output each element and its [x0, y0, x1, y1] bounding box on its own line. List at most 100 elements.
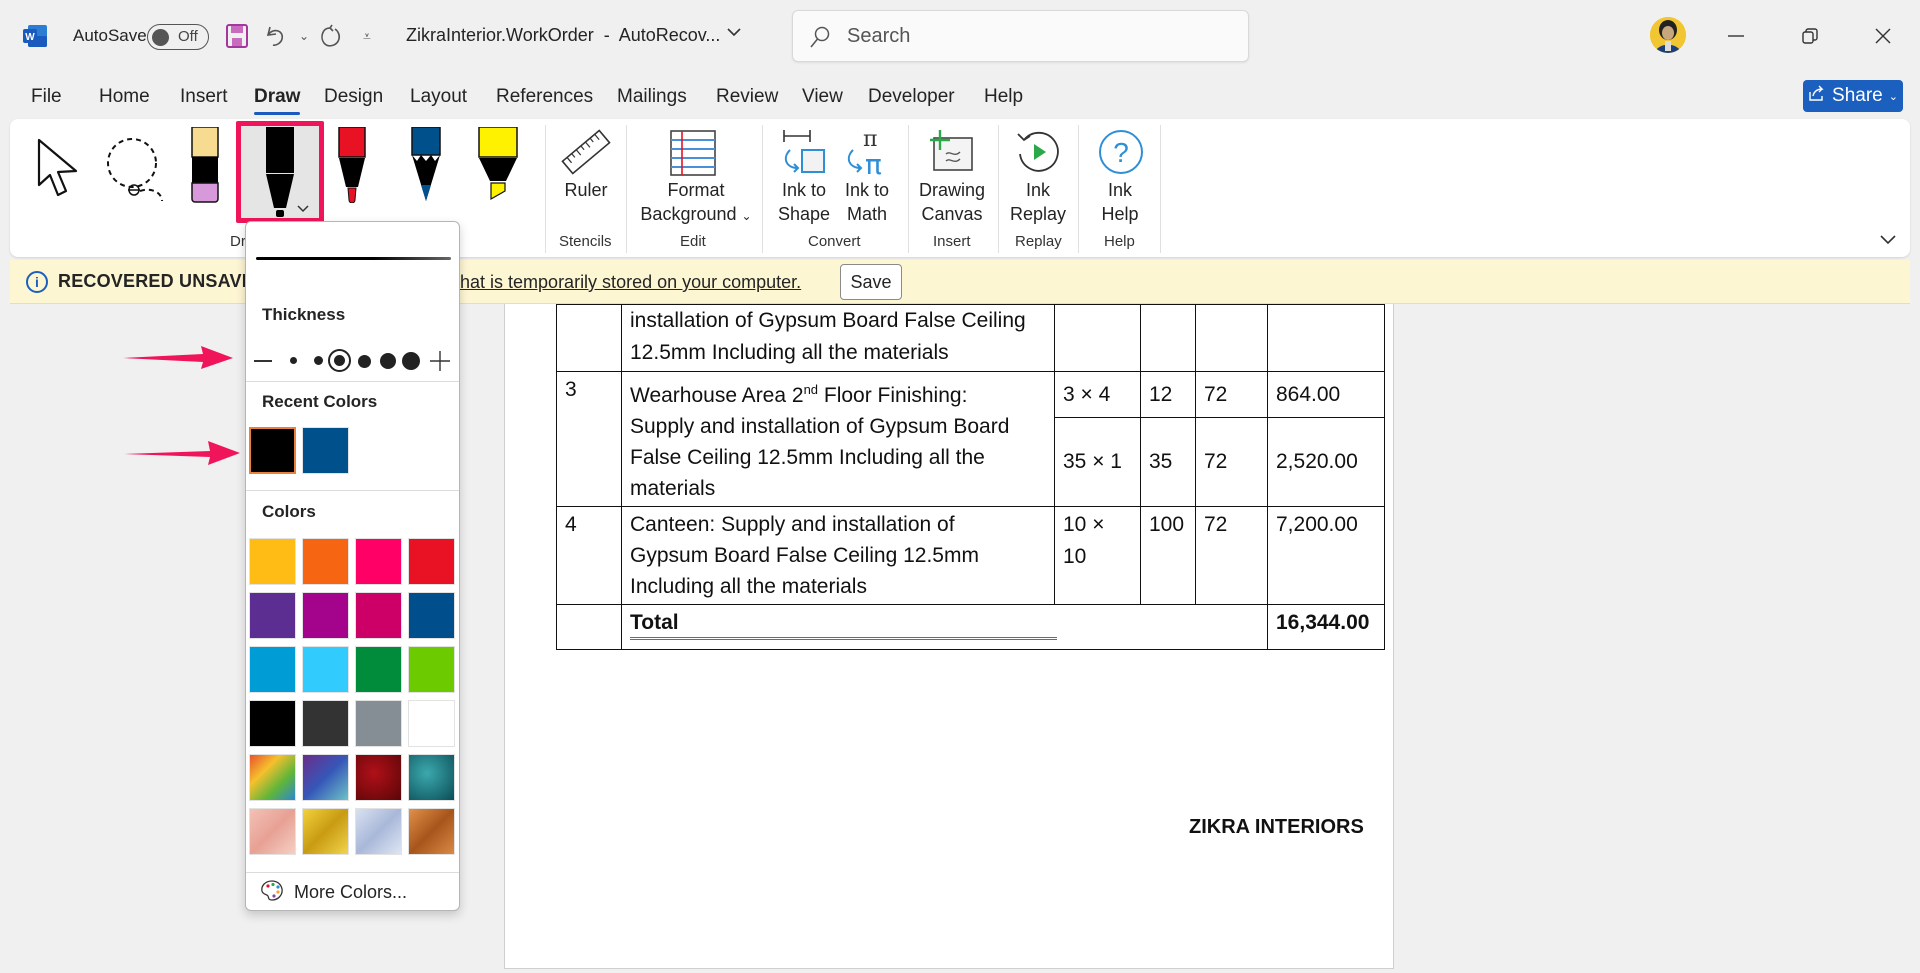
thickness-decrease-button[interactable] [254, 360, 272, 362]
info-message-link[interactable]: e that is temporarily stored on your com… [440, 272, 801, 293]
color-swatch[interactable] [355, 700, 402, 747]
color-swatch[interactable] [408, 646, 455, 693]
ink-replay-icon[interactable] [1014, 128, 1062, 181]
select-tool-button[interactable] [36, 137, 82, 204]
color-swatch[interactable] [355, 592, 402, 639]
texture-silver[interactable] [355, 808, 402, 855]
color-swatch[interactable] [355, 646, 402, 693]
desc-heading-pre: Wearhouse Area 2 [630, 384, 804, 407]
more-colors-button[interactable]: More Colors... [260, 879, 407, 906]
recent-color-black[interactable] [249, 427, 296, 474]
recent-color-blue[interactable] [302, 427, 349, 474]
thickness-option[interactable] [290, 357, 297, 364]
thickness-option[interactable] [402, 352, 420, 370]
tab-file[interactable]: File [31, 86, 62, 108]
ink-help-icon[interactable]: ? [1097, 128, 1145, 181]
undo-dropdown-icon[interactable]: ⌄ [290, 22, 318, 50]
color-swatch[interactable] [249, 700, 296, 747]
ink-to-math-button[interactable]: Ink to Math [835, 178, 899, 226]
color-swatch[interactable] [355, 538, 402, 585]
drawing-canvas-icon[interactable] [928, 128, 976, 181]
info-save-button[interactable]: Save [840, 264, 902, 300]
color-swatch[interactable] [302, 538, 349, 585]
color-swatch[interactable] [249, 592, 296, 639]
title-bar: W AutoSave Off ⌄ ⩡ ZikraInterior.WorkOrd… [0, 0, 1920, 72]
format-background-button[interactable]: Format Background ⌄ [636, 178, 756, 228]
pen-options-menu: Thickness Recent Colors Colors More Colo… [245, 221, 460, 911]
ink-to-math-label-2: Math [846, 204, 888, 224]
tab-home[interactable]: Home [99, 86, 150, 108]
tab-view[interactable]: View [802, 86, 843, 108]
ink-to-math-label-1: Ink to [844, 180, 890, 200]
color-swatch[interactable] [249, 538, 296, 585]
ink-to-shape-icon[interactable] [780, 128, 828, 181]
minimize-button[interactable] [1716, 18, 1756, 54]
color-swatch[interactable] [302, 592, 349, 639]
tab-mailings[interactable]: Mailings [617, 86, 687, 108]
document-page[interactable]: installation of Gypsum Board False Ceili… [504, 304, 1394, 969]
cell-rate: 72 [1195, 417, 1268, 507]
color-swatch[interactable] [408, 538, 455, 585]
pen-red-button[interactable] [336, 126, 368, 208]
color-swatch[interactable] [408, 592, 455, 639]
thickness-option[interactable] [314, 356, 323, 365]
title-dropdown-icon[interactable] [726, 22, 742, 43]
tab-design[interactable]: Design [324, 86, 383, 108]
ink-to-shape-button[interactable]: Ink to Shape [772, 178, 836, 226]
customize-toolbar-icon[interactable]: ⩡ [353, 22, 381, 50]
user-avatar[interactable] [1650, 17, 1686, 53]
texture-bronze[interactable] [408, 808, 455, 855]
ruler-icon[interactable] [560, 128, 612, 181]
search-input[interactable]: Search [792, 10, 1249, 62]
thickness-option[interactable] [358, 355, 371, 368]
tab-references[interactable]: References [496, 86, 593, 108]
ink-replay-button[interactable]: Ink Replay [1008, 178, 1068, 226]
tab-insert[interactable]: Insert [180, 86, 228, 108]
ruler-button[interactable]: Ruler [558, 178, 614, 202]
texture-rose-gold[interactable] [249, 808, 296, 855]
color-swatch[interactable] [408, 700, 455, 747]
thickness-option-selected[interactable] [328, 349, 351, 372]
document-title[interactable]: ZikraInterior.WorkOrder - AutoRecov... [406, 25, 720, 46]
cell-no [556, 604, 622, 650]
total-row: Total 16,344.00 [556, 604, 1385, 650]
autosave-toggle[interactable]: Off [147, 24, 209, 50]
tab-review[interactable]: Review [716, 86, 778, 108]
texture-lava[interactable] [355, 754, 402, 801]
tab-developer[interactable]: Developer [868, 86, 955, 108]
tab-layout[interactable]: Layout [410, 86, 467, 108]
pencil-blue-button[interactable] [409, 126, 443, 208]
tab-help[interactable]: Help [984, 86, 1023, 108]
color-swatch[interactable] [249, 646, 296, 693]
redo-icon[interactable] [316, 22, 344, 50]
desc-heading: Wearhouse Area 2nd Floor Finishing: [630, 374, 1046, 411]
share-dropdown-icon: ⌄ [1888, 90, 1898, 103]
share-button[interactable]: Share ⌄ [1803, 80, 1903, 112]
thickness-increase-button[interactable] [430, 351, 450, 371]
highlighter-yellow-button[interactable] [476, 126, 520, 208]
undo-icon[interactable] [262, 22, 290, 50]
eraser-button[interactable] [190, 126, 220, 208]
svg-text:π: π [865, 148, 882, 176]
color-swatch[interactable] [302, 700, 349, 747]
thickness-option[interactable] [380, 353, 396, 369]
ribbon-collapse-icon[interactable] [1880, 232, 1896, 250]
close-button[interactable] [1863, 18, 1903, 54]
tab-draw[interactable]: Draw [254, 86, 300, 108]
color-swatch[interactable] [302, 646, 349, 693]
cell-amount [1267, 304, 1385, 372]
lasso-tool-button[interactable] [104, 135, 170, 206]
palette-icon [260, 879, 284, 906]
texture-ocean[interactable] [408, 754, 455, 801]
save-icon[interactable] [223, 22, 251, 50]
drawing-canvas-button[interactable]: Drawing Canvas [912, 178, 992, 226]
restore-button[interactable] [1790, 18, 1830, 54]
pen-options-chevron-icon[interactable] [297, 200, 309, 218]
texture-galaxy[interactable] [302, 754, 349, 801]
ink-to-math-icon[interactable]: ππ [843, 127, 891, 181]
ink-help-button[interactable]: Ink Help [1092, 178, 1148, 226]
texture-rainbow[interactable] [249, 754, 296, 801]
cell-amount: 2,520.00 [1267, 417, 1385, 507]
texture-gold[interactable] [302, 808, 349, 855]
format-background-icon[interactable] [670, 130, 716, 181]
